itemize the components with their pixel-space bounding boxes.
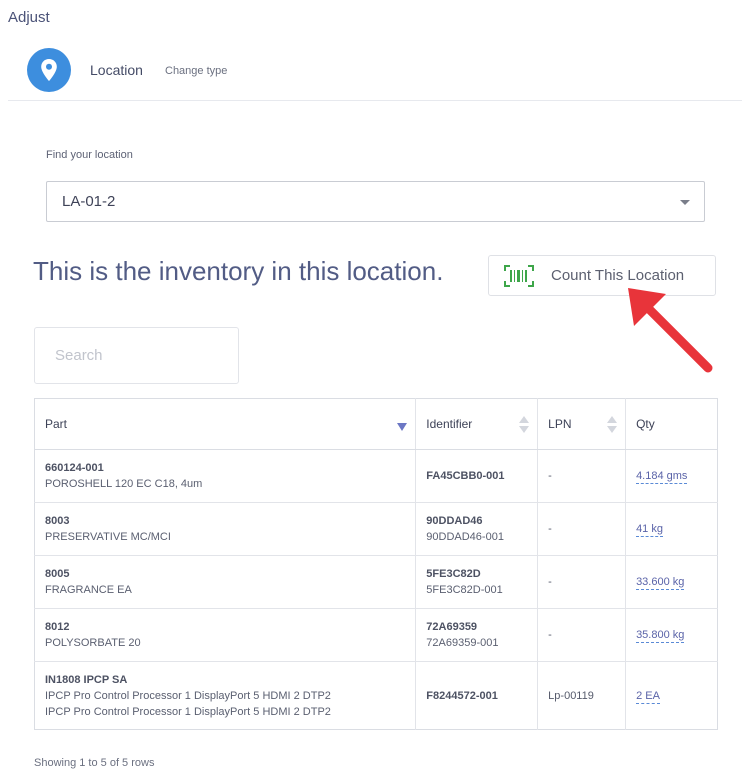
identifier-cell: F8244572-001 — [415, 661, 539, 730]
location-type-icon-button[interactable] — [27, 48, 71, 92]
sort-icon[interactable] — [607, 416, 618, 434]
barcode-icon — [504, 265, 534, 287]
part-cell: 8003 PRESERVATIVE MC/MCI — [34, 502, 417, 556]
qty-value[interactable]: 41 kg — [636, 523, 663, 537]
part-cell: 8005 FRAGRANCE EA — [34, 555, 417, 609]
type-selector-row: Location Change type — [8, 40, 742, 101]
table-row[interactable]: 660124-001 POROSHELL 120 EC C18, 4um FA4… — [34, 449, 718, 503]
identifier-value: 72A69359 — [426, 621, 478, 633]
column-header-label: Qty — [636, 417, 655, 431]
lpn-cell: Lp-00119 — [537, 661, 627, 730]
sort-icon[interactable] — [519, 416, 530, 434]
part-description-secondary: IPCP Pro Control Processor 1 DisplayPort… — [45, 705, 331, 718]
column-header-label: LPN — [548, 417, 572, 431]
find-location-label: Find your location — [46, 149, 133, 161]
qty-value[interactable]: 35.800 kg — [636, 629, 685, 643]
identifier-cell: 90DDAD46 90DDAD46-001 — [415, 502, 539, 556]
part-number: 8012 — [45, 621, 70, 633]
page-title: Adjust — [8, 9, 50, 26]
identifier-value: 5FE3C82D — [426, 568, 481, 580]
column-header-lpn[interactable]: LPN — [537, 398, 627, 450]
column-header-qty[interactable]: Qty — [625, 398, 718, 450]
pagination-info: Showing 1 to 5 of 5 rows — [34, 757, 155, 769]
part-description: FRAGRANCE EA — [45, 584, 132, 596]
column-header-label: Part — [45, 417, 68, 431]
qty-value[interactable]: 2 EA — [636, 689, 660, 704]
change-type-link[interactable]: Change type — [165, 65, 227, 77]
qty-cell: 2 EA — [626, 662, 718, 730]
column-header-identifier[interactable]: Identifier — [415, 398, 539, 450]
location-select[interactable]: LA-01-2 — [46, 181, 705, 222]
count-location-button[interactable]: Count This Location — [488, 255, 716, 296]
part-number: 8005 — [45, 568, 70, 580]
identifier-cell: FA45CBB0-001 — [415, 449, 539, 503]
identifier-cell: 5FE3C82D 5FE3C82D-001 — [415, 555, 539, 609]
column-header-part[interactable]: Part — [34, 398, 417, 450]
search-input[interactable] — [35, 328, 238, 383]
part-description: POLYSORBATE 20 — [45, 637, 141, 649]
identifier-value: FA45CBB0-001 — [426, 470, 505, 482]
qty-cell: 4.184 gms — [625, 449, 718, 503]
part-cell: 660124-001 POROSHELL 120 EC C18, 4um — [34, 449, 417, 503]
part-description: IPCP Pro Control Processor 1 DisplayPort… — [45, 689, 331, 702]
part-number: 8003 — [45, 515, 70, 527]
identifier-secondary: 72A69359-001 — [426, 637, 499, 649]
column-header-label: Identifier — [426, 417, 473, 431]
table-row[interactable]: IN1808 IPCP SA IPCP Pro Control Processo… — [34, 661, 718, 730]
inventory-table: Part Identifier LPN Qty 660124-001 POROS… — [34, 398, 718, 730]
part-cell: IN1808 IPCP SA IPCP Pro Control Processo… — [34, 661, 417, 730]
identifier-value: F8244572-001 — [426, 689, 498, 702]
location-select-value: LA-01-2 — [62, 193, 116, 210]
identifier-secondary: 5FE3C82D-001 — [426, 584, 503, 596]
part-number: IN1808 IPCP SA — [45, 673, 128, 686]
part-description: POROSHELL 120 EC C18, 4um — [45, 478, 203, 490]
table-row[interactable]: 8005 FRAGRANCE EA 5FE3C82D 5FE3C82D-001 … — [34, 555, 718, 609]
chevron-down-icon — [680, 200, 690, 205]
lpn-cell: - — [537, 608, 627, 662]
qty-value[interactable]: 4.184 gms — [636, 470, 688, 484]
table-row[interactable]: 8003 PRESERVATIVE MC/MCI 90DDAD46 90DDAD… — [34, 502, 718, 556]
lpn-cell: - — [537, 555, 627, 609]
count-location-label: Count This Location — [551, 267, 685, 284]
lpn-cell: - — [537, 449, 627, 503]
search-box[interactable] — [34, 327, 239, 384]
table-row[interactable]: 8012 POLYSORBATE 20 72A69359 72A69359-00… — [34, 608, 718, 662]
identifier-value: 90DDAD46 — [426, 515, 483, 527]
map-pin-icon — [41, 59, 57, 81]
identifier-secondary: 90DDAD46-001 — [426, 531, 504, 543]
type-label: Location — [90, 62, 143, 78]
qty-cell: 33.600 kg — [625, 555, 718, 609]
qty-cell: 41 kg — [625, 502, 718, 556]
part-number: 660124-001 — [45, 462, 104, 474]
sort-descending-icon[interactable] — [397, 423, 408, 431]
part-cell: 8012 POLYSORBATE 20 — [34, 608, 417, 662]
qty-cell: 35.800 kg — [625, 608, 718, 662]
lpn-cell: - — [537, 502, 627, 556]
identifier-cell: 72A69359 72A69359-001 — [415, 608, 539, 662]
part-description: PRESERVATIVE MC/MCI — [45, 531, 171, 543]
qty-value[interactable]: 33.600 kg — [636, 576, 685, 590]
inventory-headline: This is the inventory in this location. — [33, 256, 444, 286]
